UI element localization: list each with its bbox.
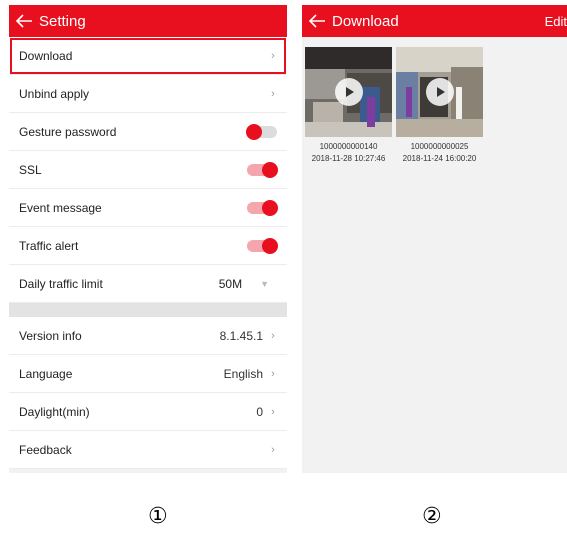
ssl-toggle[interactable] bbox=[247, 161, 278, 178]
chevron-right-icon: › bbox=[271, 405, 275, 418]
settings-list-2: Version info 8.1.45.1 › Language English… bbox=[9, 317, 287, 469]
chevron-right-icon: › bbox=[271, 367, 275, 380]
figure-marker-1: ① bbox=[148, 503, 168, 528]
video-name: 1000000000140 bbox=[319, 142, 378, 151]
row-label: Gesture password bbox=[19, 124, 117, 139]
settings-row-daily-traffic-limit: Daily traffic limit 50M ▼ bbox=[9, 265, 287, 303]
row-label: Unbind apply bbox=[19, 86, 90, 101]
video-thumbnail[interactable] bbox=[396, 47, 483, 137]
row-value: English bbox=[223, 366, 263, 381]
settings-row-unbind-apply[interactable]: Unbind apply › bbox=[9, 75, 287, 113]
row-label: Feedback bbox=[19, 442, 72, 457]
figure-marker-2: ② bbox=[422, 503, 442, 528]
settings-list: Download › Unbind apply › Gesture passwo… bbox=[9, 37, 287, 303]
event-message-toggle[interactable] bbox=[247, 199, 278, 216]
video-time: 2018-11-24 16:00:20 bbox=[402, 154, 477, 163]
traffic-alert-toggle[interactable] bbox=[247, 237, 278, 254]
video-time: 2018-11-28 10:27:46 bbox=[311, 154, 386, 163]
download-grid: 1000000000140 2018-11-28 10:27:46 100000… bbox=[302, 37, 567, 163]
row-value: 8.1.45.1 bbox=[219, 328, 263, 343]
section-divider bbox=[9, 303, 287, 317]
settings-app-bar: Setting bbox=[9, 5, 287, 37]
settings-row-version-info[interactable]: Version info 8.1.45.1 › bbox=[9, 317, 287, 355]
video-item[interactable]: 1000000000025 2018-11-24 16:00:20 bbox=[396, 47, 483, 163]
row-label: Language bbox=[19, 366, 73, 381]
settings-row-feedback[interactable]: Feedback › bbox=[9, 431, 287, 469]
row-label: Traffic alert bbox=[19, 238, 79, 253]
daily-traffic-limit-select[interactable]: 50M ▼ bbox=[219, 277, 269, 291]
edit-button[interactable]: Edit bbox=[545, 14, 567, 29]
chevron-right-icon: › bbox=[271, 329, 275, 342]
settings-row-gesture-password: Gesture password bbox=[9, 113, 287, 151]
settings-row-daylight[interactable]: Daylight(min) 0 › bbox=[9, 393, 287, 431]
page-title: Download bbox=[332, 12, 399, 30]
video-name: 1000000000025 bbox=[410, 142, 469, 151]
chevron-down-icon: ▼ bbox=[260, 278, 269, 289]
video-thumbnail[interactable] bbox=[305, 47, 392, 137]
chevron-right-icon: › bbox=[271, 87, 275, 100]
row-label: Daylight(min) bbox=[19, 404, 90, 419]
row-label: Download bbox=[19, 48, 73, 63]
row-label: Version info bbox=[19, 328, 82, 343]
row-label: Daily traffic limit bbox=[19, 276, 103, 291]
gesture-password-toggle[interactable] bbox=[246, 123, 277, 140]
download-app-bar: Download Edit bbox=[302, 5, 567, 37]
settings-row-event-message: Event message bbox=[9, 189, 287, 227]
page-title: Setting bbox=[39, 12, 86, 30]
row-label: SSL bbox=[19, 162, 42, 177]
settings-row-language[interactable]: Language English › bbox=[9, 355, 287, 393]
select-value: 50M bbox=[218, 276, 243, 291]
video-item[interactable]: 1000000000140 2018-11-28 10:27:46 bbox=[305, 47, 392, 163]
chevron-right-icon: › bbox=[271, 49, 275, 62]
back-arrow-icon[interactable] bbox=[302, 5, 332, 37]
row-value: 0 bbox=[256, 404, 263, 419]
row-label: Event message bbox=[19, 200, 102, 215]
play-icon[interactable] bbox=[334, 78, 363, 106]
download-screen: Download Edit 1000000000140 2018-11-28 1… bbox=[302, 5, 567, 473]
settings-screen: Setting Download › Unbind apply › Gestur… bbox=[9, 5, 287, 473]
settings-row-ssl: SSL bbox=[9, 151, 287, 189]
settings-row-download[interactable]: Download › bbox=[9, 37, 287, 75]
play-icon[interactable] bbox=[425, 78, 454, 106]
settings-row-traffic-alert: Traffic alert bbox=[9, 227, 287, 265]
back-arrow-icon[interactable] bbox=[9, 5, 39, 37]
chevron-right-icon: › bbox=[271, 443, 275, 456]
